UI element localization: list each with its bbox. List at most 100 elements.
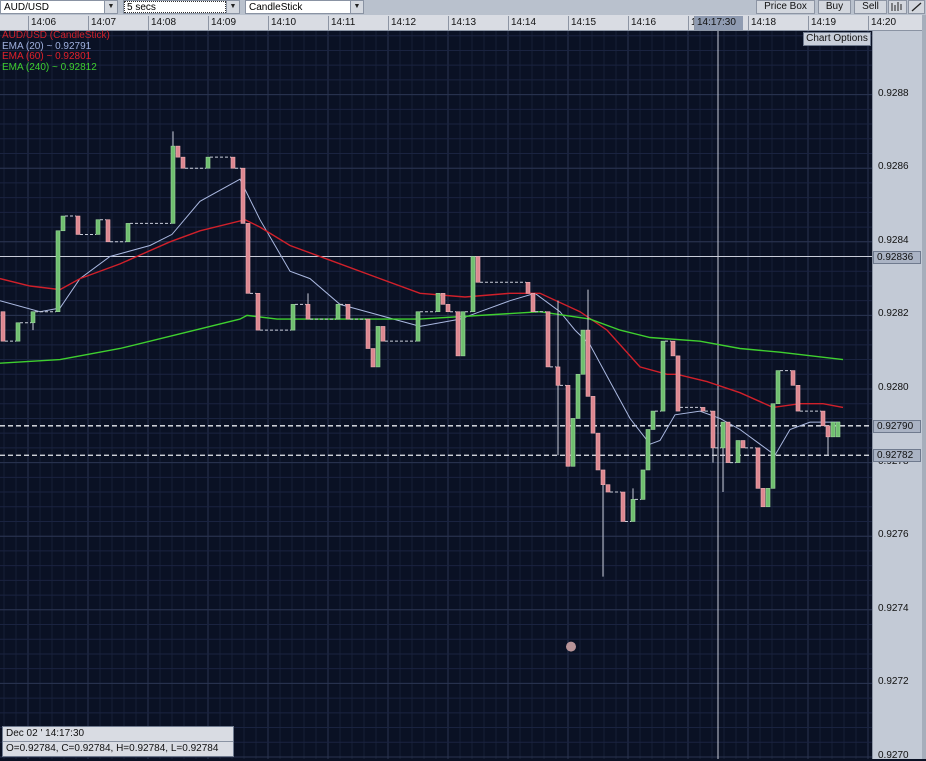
candle-up xyxy=(30,311,36,324)
candle-down xyxy=(790,370,796,386)
chart-legend: AUD/USD (CandleStick) EMA (20) ~ 0.92791… xyxy=(2,30,110,73)
candle-down xyxy=(530,293,536,313)
candle-down xyxy=(565,385,571,467)
candle-up xyxy=(460,311,466,357)
price-axis-label: 0.9282 xyxy=(878,308,909,320)
crosshair-info-box: Dec 02 ' 14:17:30 O=0.92784, C=0.92784, … xyxy=(2,726,234,757)
candle-up xyxy=(720,421,726,449)
sell-button[interactable]: Sell xyxy=(854,0,887,14)
candle-up xyxy=(435,293,441,313)
candle-up xyxy=(170,145,176,224)
price-axis-label: 0.9272 xyxy=(878,676,909,688)
candle-down xyxy=(555,366,561,386)
price-marker-solid: 0.92836 xyxy=(873,250,921,264)
legend-title: AUD/USD (CandleStick) xyxy=(2,30,110,41)
price-chart[interactable] xyxy=(0,31,872,759)
time-axis-label: 14:08 xyxy=(148,16,176,30)
legend-ema240: EMA (240) ~ 0.92812 xyxy=(2,61,97,73)
price-axis-label: 0.9280 xyxy=(878,382,909,393)
candle-up xyxy=(770,403,776,489)
window-edge xyxy=(922,15,926,759)
candle-up xyxy=(95,219,101,235)
candle-up xyxy=(290,304,296,331)
candle-up xyxy=(735,440,741,463)
candle-up xyxy=(830,421,836,438)
candle-down xyxy=(455,311,461,357)
candle-down xyxy=(820,410,826,427)
candle-down xyxy=(590,396,596,434)
candle-up xyxy=(125,223,131,243)
candle-down xyxy=(620,491,626,522)
candle-up xyxy=(580,329,586,375)
candle-up xyxy=(775,370,781,405)
bar-chart-icon[interactable] xyxy=(888,0,907,14)
candle-down xyxy=(255,293,261,331)
price-axis-label: 0.9270 xyxy=(878,750,909,761)
candle-down xyxy=(725,421,731,463)
candle-down xyxy=(605,484,611,493)
interval-dropdown-arrow-icon[interactable]: ▼ xyxy=(226,0,240,14)
buy-button[interactable]: Buy xyxy=(818,0,851,14)
candle-down xyxy=(175,145,181,158)
candle-down xyxy=(700,407,706,412)
candle-up xyxy=(375,326,381,368)
price-axis-label: 0.9276 xyxy=(878,529,909,541)
time-axis-label: 14:09 xyxy=(208,16,236,30)
candle-up xyxy=(575,373,581,419)
candle-down xyxy=(675,355,681,412)
candle-up xyxy=(650,410,656,430)
ema60-line xyxy=(0,218,844,409)
price-axis-label: 0.9284 xyxy=(878,234,909,246)
time-axis-label: 14:10 xyxy=(268,16,296,30)
draw-line-icon[interactable] xyxy=(908,0,925,14)
time-axis-label: 14:16 xyxy=(628,16,656,30)
candle-down xyxy=(445,304,451,313)
time-axis-label: 14:18 xyxy=(748,16,776,30)
interval-select[interactable]: 5 secs xyxy=(123,0,227,14)
candle-down xyxy=(370,348,376,368)
candle-down xyxy=(595,432,601,471)
time-axis-label: 14:12 xyxy=(388,16,416,30)
candle-down xyxy=(475,256,481,283)
time-axis-cursor-label: 14:17:30 xyxy=(694,16,743,30)
candle-up xyxy=(630,499,636,522)
price-axis-label: 0.9274 xyxy=(878,602,909,614)
candle-down xyxy=(670,340,676,357)
candle-down xyxy=(245,223,251,294)
candle-down xyxy=(180,156,186,169)
candle-down xyxy=(600,469,606,485)
candle-down xyxy=(105,219,111,243)
chart-options-button[interactable]: Chart Options xyxy=(803,32,871,46)
candle-up xyxy=(570,418,576,467)
candle-down xyxy=(755,447,761,489)
candle-up xyxy=(15,322,21,342)
info-date: Dec 02 ' 14:17:30 xyxy=(6,728,85,739)
time-axis-label: 14:13 xyxy=(448,16,476,30)
chart-type-select[interactable]: CandleStick xyxy=(245,0,351,14)
marker-dot xyxy=(566,641,576,652)
candle-up xyxy=(640,469,646,500)
candle-down xyxy=(525,281,531,294)
candle-down xyxy=(75,215,81,235)
candle-down xyxy=(795,385,801,412)
symbol-select[interactable]: AUD/USD xyxy=(0,0,105,14)
price-box-button[interactable]: Price Box xyxy=(756,0,815,14)
price-marker-dashed: 0.92782 xyxy=(873,449,921,463)
candle-up xyxy=(60,215,66,232)
legend-ema60: EMA (60) ~ 0.92801 xyxy=(2,51,92,62)
symbol-dropdown-arrow-icon[interactable]: ▼ xyxy=(104,0,118,14)
candle-down xyxy=(345,304,351,320)
chart-type-dropdown-arrow-icon[interactable]: ▼ xyxy=(350,0,364,14)
toolbar: AUD/USD ▼ 5 secs ▼ CandleStick ▼ Price B… xyxy=(0,0,926,15)
candle-up xyxy=(205,156,211,169)
time-axis-label: 14:06 xyxy=(28,16,56,30)
time-axis: 14:06 14:07 14:08 14:09 14:10 14:11 14:12 14:13… xyxy=(0,15,926,31)
candle-up xyxy=(335,304,341,320)
candle-down xyxy=(240,167,246,224)
candle-up xyxy=(470,256,476,313)
candle-up xyxy=(55,230,61,313)
candle-up xyxy=(415,311,421,342)
price-axis[interactable] xyxy=(872,31,922,759)
candle-down xyxy=(0,311,6,342)
price-marker-dashed: 0.92790 xyxy=(873,419,921,433)
